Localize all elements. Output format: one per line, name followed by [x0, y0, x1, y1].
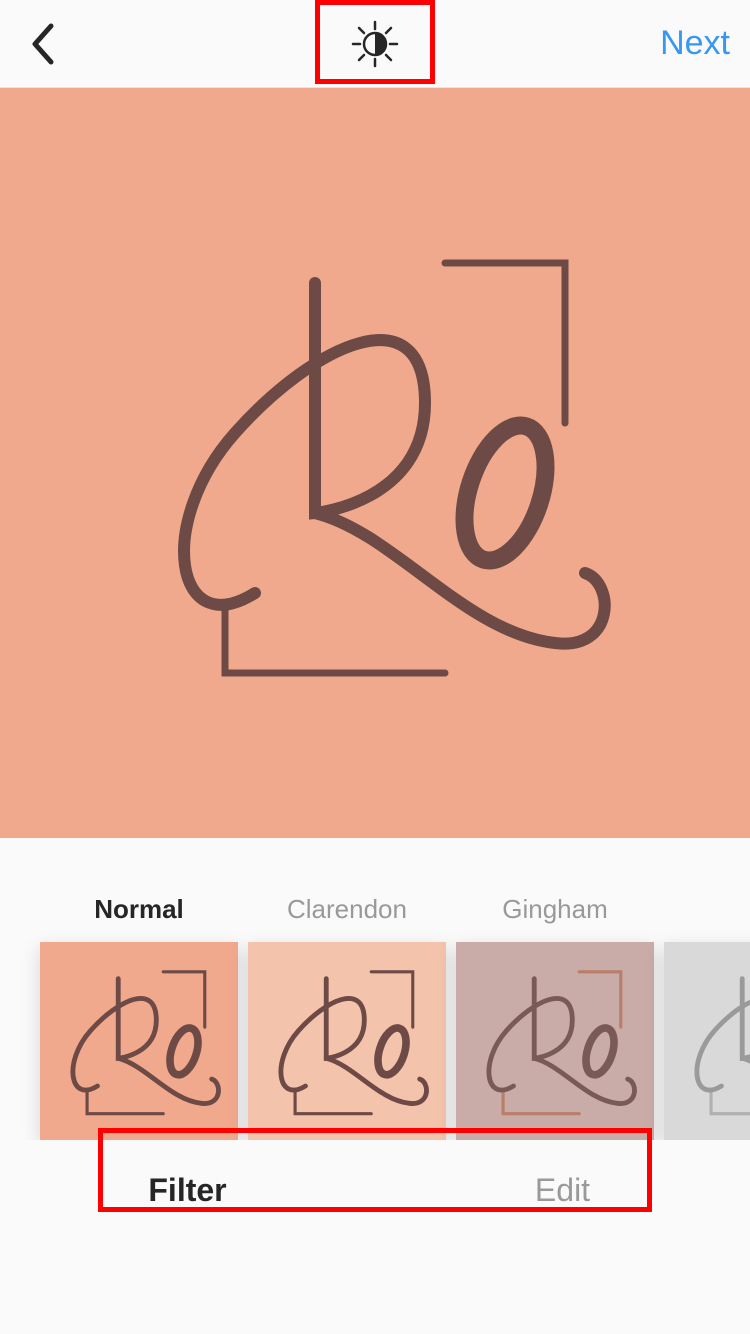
chevron-left-icon: [29, 22, 55, 66]
filter-thumb-logo: [49, 951, 229, 1131]
filters-row[interactable]: Normal Clarendon Gingham M: [0, 894, 750, 1140]
filter-thumbnail: [664, 942, 750, 1140]
tab-filter[interactable]: Filter: [0, 1142, 375, 1238]
filter-thumb-logo: [257, 951, 437, 1131]
image-preview[interactable]: [0, 88, 750, 838]
filters-area: Normal Clarendon Gingham M F: [0, 838, 750, 1238]
filter-item-m[interactable]: M: [664, 894, 750, 1140]
preview-logo: [115, 203, 635, 723]
lux-button[interactable]: [347, 16, 403, 72]
filter-thumbnail: [456, 942, 654, 1140]
filter-label: Clarendon: [248, 894, 446, 924]
filter-thumbnail: [248, 942, 446, 1140]
tab-edit[interactable]: Edit: [375, 1142, 750, 1238]
next-button[interactable]: Next: [660, 24, 730, 63]
filter-item-normal[interactable]: Normal: [40, 894, 238, 1140]
header-bar: Next: [0, 0, 750, 88]
filter-item-gingham[interactable]: Gingham: [456, 894, 654, 1140]
filter-thumbnail: [40, 942, 238, 1140]
filter-thumb-logo: [465, 951, 645, 1131]
bottom-tabs: Filter Edit: [0, 1142, 750, 1238]
filter-label: Gingham: [456, 894, 654, 924]
filter-label: M: [664, 894, 750, 924]
back-button[interactable]: [20, 22, 64, 66]
brightness-icon: [350, 19, 400, 69]
filter-thumb-logo: [673, 951, 750, 1131]
filter-item-clarendon[interactable]: Clarendon: [248, 894, 446, 1140]
filter-label: Normal: [40, 894, 238, 924]
